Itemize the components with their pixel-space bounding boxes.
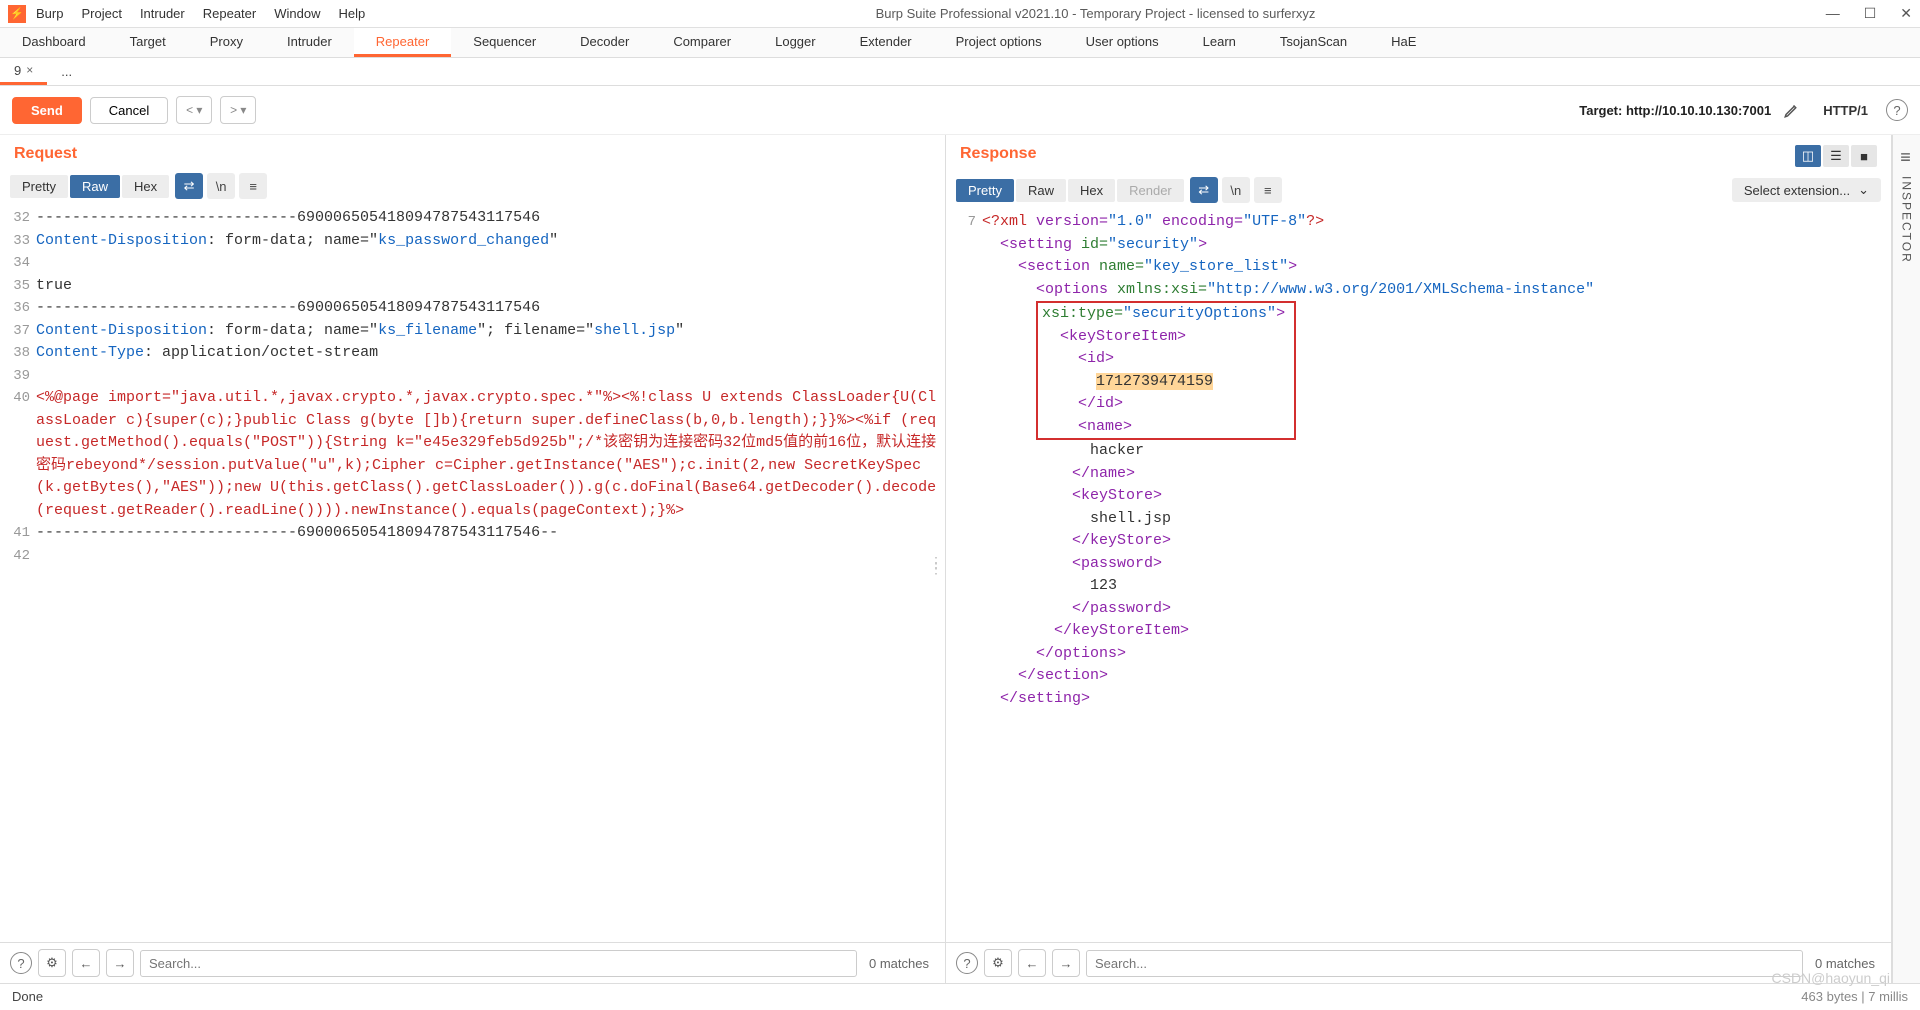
actions-icon[interactable]: ⇄ (1190, 177, 1218, 203)
tab-logger[interactable]: Logger (753, 28, 837, 57)
sub-tab[interactable]: 9× (0, 58, 47, 85)
menu-icon[interactable]: ≡ (239, 173, 267, 199)
tab-dashboard[interactable]: Dashboard (0, 28, 108, 57)
search-settings-icon[interactable] (984, 949, 1012, 977)
request-body[interactable]: 32-----------------------------690006505… (0, 203, 945, 942)
response-view-tabs: PrettyRawHexRender ⇄\n≡ Select extension..… (946, 173, 1891, 207)
response-search-input[interactable] (1086, 950, 1803, 977)
sub-tab[interactable]: ... (47, 58, 86, 85)
newline-icon[interactable]: \n (1222, 177, 1250, 203)
tab-sequencer[interactable]: Sequencer (451, 28, 558, 57)
close-icon[interactable]: ✕ (1900, 5, 1912, 22)
window-controls: — ☐ ✕ (1826, 5, 1912, 22)
request-header: Request (0, 135, 945, 169)
request-view-tabs: PrettyRawHex ⇄\n≡ (0, 169, 945, 203)
tab-repeater[interactable]: Repeater (354, 28, 451, 57)
cancel-button[interactable]: Cancel (90, 97, 168, 124)
minimize-icon[interactable]: — (1826, 5, 1840, 22)
menu-intruder[interactable]: Intruder (140, 6, 185, 21)
request-search-input[interactable] (140, 950, 857, 977)
view-tab-raw[interactable]: Raw (1016, 179, 1066, 202)
menu-help[interactable]: Help (338, 6, 365, 21)
search-help-icon[interactable]: ? (956, 952, 978, 974)
status-left: Done (12, 989, 43, 1004)
request-match-count: 0 matches (863, 956, 935, 971)
edit-target-icon[interactable] (1779, 97, 1805, 123)
tab-decoder[interactable]: Decoder (558, 28, 651, 57)
tab-intruder[interactable]: Intruder (265, 28, 354, 57)
response-search-bar: ? ← → 0 matches (946, 942, 1891, 983)
repeater-sub-tabs: 9×... (0, 58, 1920, 86)
search-prev-icon[interactable]: ← (1018, 949, 1046, 977)
status-right: 463 bytes | 7 millis (1801, 989, 1908, 1004)
view-tab-hex[interactable]: Hex (122, 175, 169, 198)
inspector-label: INSPECTOR (1900, 176, 1914, 264)
search-next-icon[interactable]: → (1052, 949, 1080, 977)
maximize-icon[interactable]: ☐ (1864, 5, 1877, 22)
view-tab-raw[interactable]: Raw (70, 175, 120, 198)
status-bar: Done 463 bytes | 7 millis (0, 983, 1920, 1009)
layout-columns-icon[interactable]: ◫ (1795, 145, 1821, 167)
view-tab-hex[interactable]: Hex (1068, 179, 1115, 202)
layout-rows-icon[interactable]: ☰ (1823, 145, 1849, 167)
response-body[interactable]: 7<?xml version="1.0" encoding="UTF-8"?> … (946, 207, 1891, 942)
tab-target[interactable]: Target (108, 28, 188, 57)
response-panel: Response ◫ ☰ ■ PrettyRawHexRender ⇄\n≡ Sel… (946, 135, 1892, 983)
view-tab-pretty[interactable]: Pretty (956, 179, 1014, 202)
panel-resize-handle[interactable]: ⋮⋮ (929, 559, 943, 571)
protocol-label[interactable]: HTTP/1 (1813, 99, 1878, 122)
response-header: Response ◫ ☰ ■ (946, 135, 1891, 173)
request-search-bar: ? ← → 0 matches (0, 942, 945, 983)
select-extension-dropdown[interactable]: Select extension...⌄ (1732, 178, 1881, 202)
titlebar: ⚡ BurpProjectIntruderRepeaterWindowHelp … (0, 0, 1920, 28)
search-next-icon[interactable]: → (106, 949, 134, 977)
layout-icons: ◫ ☰ ■ (1795, 145, 1877, 167)
main-tabs: DashboardTargetProxyIntruderRepeaterSequ… (0, 28, 1920, 58)
actions-icon[interactable]: ⇄ (175, 173, 203, 199)
menu-repeater[interactable]: Repeater (203, 6, 256, 21)
app-logo-icon: ⚡ (8, 5, 26, 23)
menu-icon[interactable]: ≡ (1254, 177, 1282, 203)
view-tab-render[interactable]: Render (1117, 179, 1184, 202)
search-settings-icon[interactable] (38, 949, 66, 977)
tab-comparer[interactable]: Comparer (651, 28, 753, 57)
view-tab-pretty[interactable]: Pretty (10, 175, 68, 198)
tab-user-options[interactable]: User options (1064, 28, 1181, 57)
tab-tsojanscan[interactable]: TsojanScan (1258, 28, 1369, 57)
chevron-down-icon: ⌄ (1858, 182, 1869, 198)
inspector-tab[interactable]: INSPECTOR (1892, 135, 1920, 983)
action-bar: Send Cancel < ▾ > ▾ Target: http://10.10… (0, 86, 1920, 135)
tab-project-options[interactable]: Project options (934, 28, 1064, 57)
menu-project[interactable]: Project (81, 6, 121, 21)
request-title: Request (14, 145, 77, 162)
menu-window[interactable]: Window (274, 6, 320, 21)
tab-proxy[interactable]: Proxy (188, 28, 265, 57)
tab-learn[interactable]: Learn (1181, 28, 1258, 57)
send-button[interactable]: Send (12, 97, 82, 124)
window-title: Burp Suite Professional v2021.10 - Tempo… (365, 6, 1825, 21)
newline-icon[interactable]: \n (207, 173, 235, 199)
history-back-button[interactable]: < ▾ (176, 96, 212, 124)
history-forward-button[interactable]: > ▾ (220, 96, 256, 124)
tab-close-icon[interactable]: × (26, 63, 33, 77)
tab-extender[interactable]: Extender (838, 28, 934, 57)
request-panel: Request PrettyRawHex ⇄\n≡ 32-------------… (0, 135, 946, 983)
inspector-menu-icon[interactable] (1900, 147, 1913, 168)
workspace: Request PrettyRawHex⇄\n≡ 32-------------… (0, 135, 1920, 983)
menu-burp[interactable]: Burp (36, 6, 63, 21)
search-help-icon[interactable]: ? (10, 952, 32, 974)
response-title: Response (960, 145, 1036, 162)
response-match-count: 0 matches (1809, 956, 1881, 971)
menubar: Burp Project Intruder Repeater Window Help (36, 6, 365, 21)
tab-hae[interactable]: HaE (1369, 28, 1438, 57)
layout-single-icon[interactable]: ■ (1851, 145, 1877, 167)
target-label: Target: http://10.10.10.130:7001 (1579, 103, 1771, 118)
help-icon[interactable]: ? (1886, 99, 1908, 121)
search-prev-icon[interactable]: ← (72, 949, 100, 977)
